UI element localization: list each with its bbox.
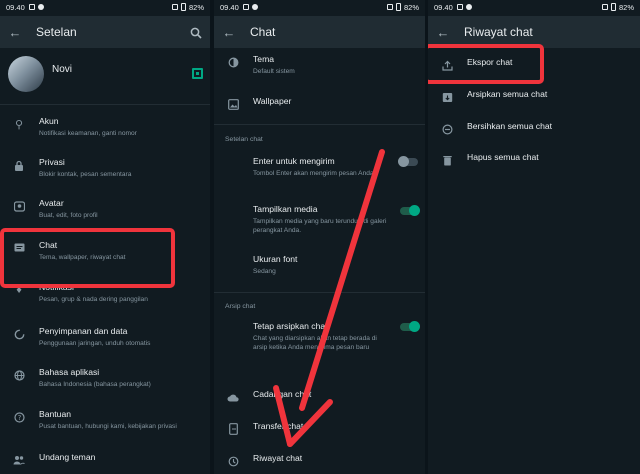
section-label-arsip-chat: Arsip chat <box>225 303 256 310</box>
signal-icon <box>386 4 393 10</box>
profile-name[interactable]: Novi <box>52 64 72 75</box>
svg-text:?: ? <box>17 414 21 422</box>
item-subtitle: Tombol Enter akan mengirim pesan Anda <box>253 170 374 177</box>
item-subtitle: Penggunaan jaringan, unduh otomatis <box>39 340 151 347</box>
back-arrow-icon[interactable]: ← <box>216 25 242 40</box>
item-label: Hapus semua chat <box>467 152 539 162</box>
notification-icon <box>465 4 472 10</box>
signal-icon <box>601 4 608 10</box>
lock-icon <box>11 157 27 173</box>
globe-icon <box>11 367 27 383</box>
history-icon <box>225 453 241 469</box>
qr-code-icon[interactable] <box>192 68 203 79</box>
back-arrow-icon[interactable]: ← <box>2 25 28 40</box>
page-title: Chat <box>250 25 276 39</box>
item-subtitle: Notifikasi keamanan, ganti nomor <box>39 130 137 137</box>
status-bar: 09.40 82% <box>214 0 425 14</box>
storage-icon <box>11 326 27 342</box>
notification-icon <box>37 4 44 10</box>
notification-icon <box>242 4 249 10</box>
notification-icon <box>456 4 463 10</box>
section-label-setelan-chat: Setelan chat <box>225 136 263 143</box>
item-subtitle: Buat, edit, foto profil <box>39 212 98 219</box>
item-title: Tetap arsipkan chat <box>253 321 328 331</box>
item-subtitle: Bahasa Indonesia (bahasa perangkat) <box>39 381 151 388</box>
item-subtitle: Blokir kontak, pesan sementara <box>39 171 132 178</box>
item-title: Avatar <box>39 198 64 208</box>
theme-icon <box>225 54 241 70</box>
item-subtitle: Sedang <box>253 268 276 275</box>
page-title: Riwayat chat <box>464 25 533 39</box>
battery-icon <box>180 3 186 11</box>
trash-icon <box>439 152 455 168</box>
keep-archived-toggle[interactable] <box>400 321 420 332</box>
divider <box>214 124 425 125</box>
item-subtitle: Pusat bantuan, hubungi kami, kebijakan p… <box>39 423 177 430</box>
chat-settings-panel: 09.40 82% ← Chat Tema Default sistem Wall… <box>214 0 425 474</box>
help-icon: ? <box>11 409 27 425</box>
highlight-box-export <box>428 44 544 84</box>
chat-history-panel: 09.40 82% ← Riwayat chat Ekspor chat Ars… <box>428 0 640 474</box>
highlight-box-chat <box>0 228 175 288</box>
item-label: Bersihkan semua chat <box>467 121 553 131</box>
cloud-upload-icon <box>225 389 241 405</box>
transfer-icon <box>225 421 241 437</box>
item-title: Riwayat chat <box>253 453 303 463</box>
battery-icon <box>610 3 616 11</box>
item-title: Undang teman <box>39 452 96 462</box>
battery-level: 82% <box>618 2 634 12</box>
item-title: Bantuan <box>39 409 72 419</box>
item-title: Privasi <box>39 157 65 167</box>
divider <box>214 292 425 293</box>
notification-icon <box>28 4 35 10</box>
show-media-toggle[interactable] <box>400 205 420 216</box>
notification-icon <box>251 4 258 10</box>
avatar-icon <box>11 198 27 214</box>
item-title: Bahasa aplikasi <box>39 367 100 377</box>
item-title: Cadangan chat <box>253 389 312 399</box>
back-arrow-icon[interactable]: ← <box>430 25 456 40</box>
battery-level: 82% <box>188 2 204 12</box>
people-icon <box>11 452 27 468</box>
item-subtitle: Chat yang diarsipkan akan tetap berada d… <box>253 335 377 351</box>
enter-send-toggle[interactable] <box>398 156 418 167</box>
status-time: 09.40 <box>220 2 239 12</box>
item-title: Enter untuk mengirim <box>253 156 335 166</box>
search-icon[interactable] <box>190 26 202 39</box>
wallpaper-icon <box>225 96 241 112</box>
status-time: 09.40 <box>6 2 25 12</box>
avatar[interactable] <box>8 56 44 92</box>
item-subtitle: Pesan, grup & nada dering panggilan <box>39 296 148 303</box>
page-title: Setelan <box>36 25 77 39</box>
item-title: Tema <box>253 54 275 64</box>
item-title: Penyimpanan dan data <box>39 326 128 336</box>
status-bar: 09.40 82% <box>0 0 210 14</box>
battery-icon <box>395 3 401 11</box>
status-bar: 09.40 82% <box>428 0 640 14</box>
app-bar: ← Chat <box>214 16 425 48</box>
key-icon: ⚲ <box>14 118 24 131</box>
app-bar: ← Setelan <box>0 16 210 48</box>
battery-level: 82% <box>403 2 419 12</box>
item-title: Transfer chat <box>253 421 304 431</box>
item-subtitle: Tampilkan media yang baru terunduh di ga… <box>253 218 387 234</box>
item-subtitle: Default sistem <box>253 68 295 75</box>
item-title: Akun <box>39 116 59 126</box>
clear-icon <box>439 121 455 137</box>
item-title: Tampilkan media <box>253 204 318 214</box>
item-title: Ukuran font <box>253 254 298 264</box>
item-label: Arsipkan semua chat <box>467 89 548 99</box>
archive-icon <box>439 89 455 105</box>
settings-panel: 09.40 82% ← Setelan Novi ⚲ Akun Notifikas… <box>0 0 210 474</box>
signal-icon <box>171 4 178 10</box>
status-time: 09.40 <box>434 2 453 12</box>
divider <box>0 104 210 105</box>
item-title: Wallpaper <box>253 96 292 106</box>
